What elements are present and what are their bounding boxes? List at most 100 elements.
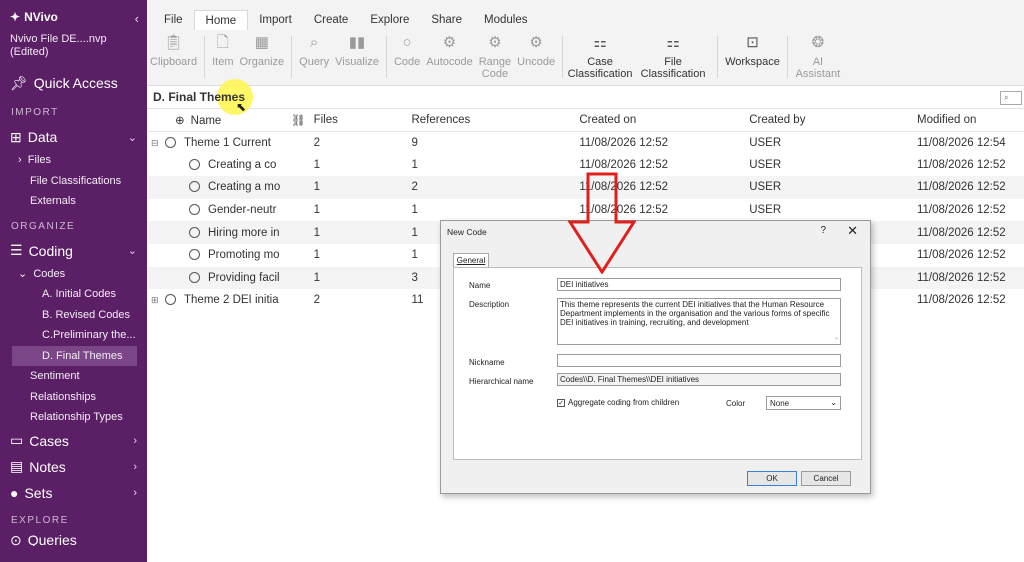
cancel-button[interactable]: Cancel [801, 471, 851, 486]
chevron-down-icon: ⌄ [18, 267, 28, 280]
row-name: Providing facil [208, 271, 280, 284]
chevron-right-icon: › [133, 460, 137, 473]
row-files: 1 [313, 249, 320, 262]
quick-access-label: Quick Access [33, 75, 118, 91]
column-link[interactable]: ⛓ [286, 109, 310, 132]
sidebar-header: ✦ NVivo ‹ Nvivo File DE....nvp (Edited) [0, 0, 147, 68]
sidebar-item-notes[interactable]: ▤ Notes › [0, 454, 147, 480]
autocode-icon: ⚙ [442, 34, 457, 51]
range-code-button[interactable]: ⚙ Range Code [476, 34, 514, 86]
column-modified-on[interactable]: Modified on [912, 109, 1024, 132]
row-name: Hiring more in [208, 226, 280, 239]
ok-button[interactable]: OK [747, 471, 797, 486]
scroll-down-icon[interactable]: ⌄ [834, 334, 839, 343]
sidebar-item-revised-codes[interactable]: B. Revised Codes [0, 305, 147, 326]
row-references: 9 [411, 136, 418, 149]
tab-share[interactable]: Share [420, 10, 473, 30]
autocode-button[interactable]: ⚙ Autocode [423, 34, 475, 86]
chevron-right-icon: › [18, 154, 22, 166]
column-references[interactable]: References [407, 109, 576, 132]
sidebar-item-codes[interactable]: ⌄ Codes [0, 264, 147, 285]
row-files: 1 [313, 158, 320, 171]
column-created-on[interactable]: Created on [575, 109, 746, 132]
clipboard-label: Clipboard [150, 56, 198, 68]
sidebar-item-relationship-types[interactable]: Relationship Types [0, 407, 147, 428]
row-files: 2 [313, 136, 320, 149]
sidebar-item-queries[interactable]: ⊙ Queries [0, 532, 147, 546]
new-code-dialog: New Code ? ✕ General Name DEI initiative… [440, 220, 871, 494]
aggregate-checkbox-row[interactable]: ✓ Aggregate coding from children [557, 398, 679, 407]
sidebar-item-sets[interactable]: ● Sets › [0, 480, 147, 506]
toolbar-divider [204, 36, 206, 78]
tab-create[interactable]: Create [303, 10, 360, 30]
column-created-by[interactable]: Created by [745, 109, 913, 132]
name-field[interactable]: DEI initiatives [557, 278, 841, 291]
sidebar-item-relationships[interactable]: Relationships [0, 387, 147, 408]
sidebar-item-cases[interactable]: ▭ Cases › [0, 428, 147, 454]
help-icon[interactable]: ? [820, 225, 826, 236]
chevron-down-icon: ⌄ [127, 131, 137, 144]
files-label: Files [27, 154, 52, 166]
mouse-pointer-icon: ⬉ [236, 100, 247, 114]
code-button[interactable]: ○ Code [391, 34, 423, 86]
data-grid-icon: ⊞ [10, 128, 22, 145]
notes-label: Notes [29, 458, 66, 475]
uncode-button[interactable]: ⚙ Uncode [514, 34, 558, 86]
ai-assistant-button[interactable]: ❂ AI Assistant [792, 34, 844, 86]
search-input[interactable]: ⌕ [1000, 91, 1022, 105]
quick-access[interactable]: 📌︎ Quick Access [0, 68, 147, 98]
tab-explore[interactable]: Explore [359, 10, 420, 30]
nickname-field[interactable] [557, 354, 841, 367]
expand-icon[interactable]: ⊞ [151, 295, 161, 306]
name-label: Name [469, 281, 491, 290]
chevron-down-icon: ⌄ [127, 245, 137, 257]
workspace-button[interactable]: ⊡ Workspace [722, 34, 783, 86]
table-row[interactable]: ⊟ Theme 1 Current 2 9 11/08/2026 12:52 US… [147, 131, 1024, 154]
close-icon[interactable]: ✕ [847, 223, 858, 239]
visualize-button[interactable]: ▮▮ Visualize [332, 34, 382, 86]
section-explore: EXPLORE [11, 514, 69, 526]
aggregate-checkbox[interactable]: ✓ [557, 398, 565, 407]
organize-button[interactable]: ▦ Organize [237, 34, 288, 86]
sidebar-item-file-classifications[interactable]: File Classifications [0, 171, 147, 192]
row-name: Creating a co [208, 158, 277, 171]
tab-general[interactable]: General [453, 253, 489, 268]
sidebar-item-files[interactable]: › Files [0, 150, 147, 171]
sidebar-item-sentiment[interactable]: Sentiment [0, 366, 147, 387]
sidebar-item-externals[interactable]: Externals [0, 191, 147, 212]
column-name-label: Name [190, 114, 222, 127]
collapse-icon[interactable]: ⊟ [151, 138, 161, 149]
tab-modules[interactable]: Modules [473, 10, 538, 30]
toolbar-divider [562, 36, 564, 78]
case-classification-button[interactable]: ⚏ Case Classification [567, 34, 633, 86]
nvivo-logo-icon: ✦ [10, 10, 21, 24]
sidebar-item-final-themes[interactable]: D. Final Themes [12, 345, 137, 366]
tab-import[interactable]: Import [248, 10, 303, 30]
column-files[interactable]: Files [309, 109, 408, 132]
sidebar-item-data[interactable]: ⊞ Data ⌄ [0, 124, 147, 150]
sidebar-item-preliminary-themes[interactable]: C.Preliminary the... [0, 325, 147, 346]
app-brand: ✦ NVivo [10, 10, 137, 24]
collapse-sidebar-icon[interactable]: ‹ [135, 11, 139, 26]
sidebar-item-initial-codes[interactable]: A. Initial Codes [0, 284, 147, 305]
row-name: Theme 2 DEI initia [184, 294, 279, 307]
toolbar-divider [786, 36, 788, 78]
row-references: 1 [411, 158, 418, 171]
row-references: 1 [411, 204, 418, 217]
code-circle-icon [189, 271, 200, 283]
column-name[interactable]: ⊕ Name [147, 109, 287, 132]
ai-brain-icon: ❂ [811, 34, 825, 51]
tab-file[interactable]: File [153, 10, 194, 30]
clipboard-button[interactable]: 📋︎ Clipboard [147, 34, 200, 86]
description-field[interactable]: This theme represents the current DEI in… [557, 298, 841, 345]
file-classification-button[interactable]: ⚏ File Classification [633, 34, 713, 86]
tab-home[interactable]: Home [193, 10, 249, 30]
row-modified-on: 11/08/2026 12:52 [916, 294, 1006, 307]
sidebar-item-coding[interactable]: ☰ Coding ⌄ [0, 238, 147, 264]
color-select[interactable]: None ⌄ [766, 396, 841, 410]
range-code-icon: ⚙ [488, 34, 502, 51]
query-label: Query [299, 56, 330, 68]
range-code-label-2: Code [481, 68, 509, 80]
query-button[interactable]: ⌕ Query [296, 34, 332, 86]
data-label: Data [27, 129, 58, 145]
